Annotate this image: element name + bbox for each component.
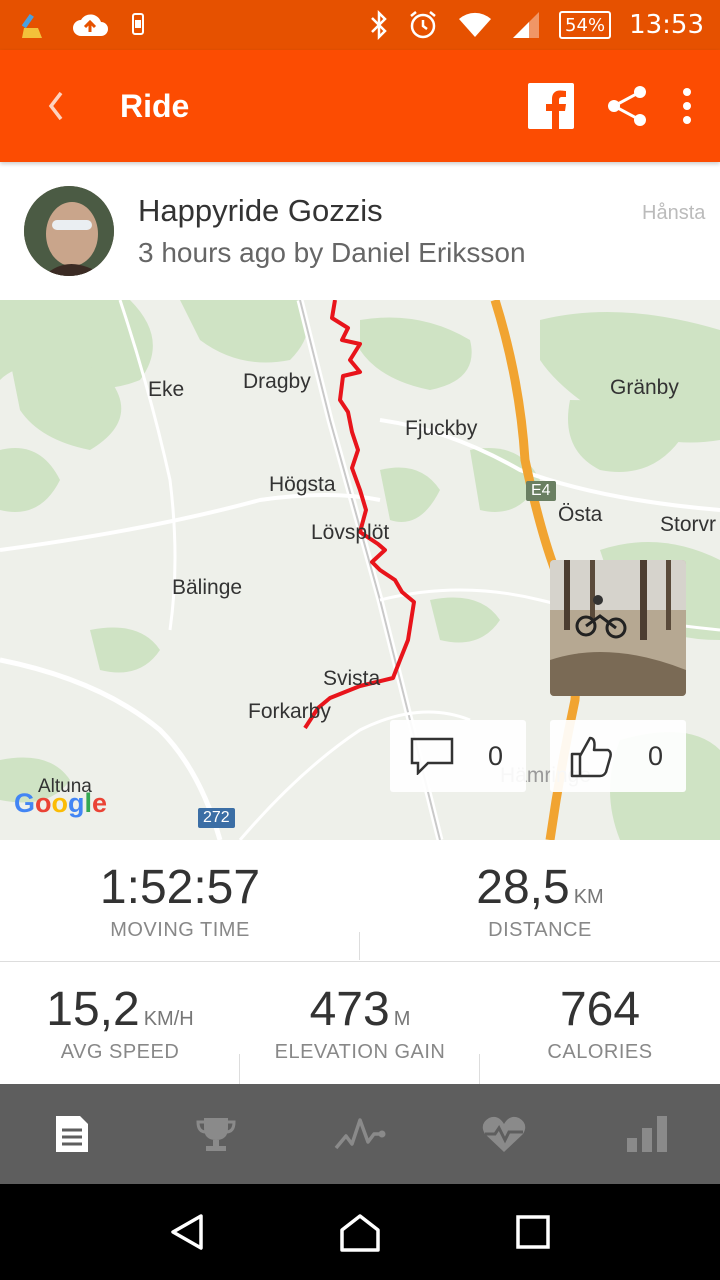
stat-avg-speed: 15,2 KM/H AVG SPEED — [0, 982, 240, 1064]
splits-icon — [627, 1116, 667, 1152]
route-map[interactable]: Eke Dragby Gränby Fjuckby Högsta Östa St… — [0, 300, 720, 840]
stat-value: 764 — [559, 983, 641, 1036]
broom-icon — [20, 10, 50, 40]
app-root: 54% 13:53 Ride Happyride Gozzis 3 hours … — [0, 0, 720, 1280]
phone-icon — [130, 12, 146, 38]
tab-achievements[interactable] — [144, 1084, 288, 1184]
stat-unit: KM — [573, 886, 604, 908]
nav-home-button[interactable] — [320, 1192, 400, 1272]
comment-icon — [410, 737, 454, 775]
analysis-icon — [334, 1118, 386, 1150]
kudos-button[interactable]: 0 — [550, 720, 686, 792]
stat-calories: 764 CALORIES — [480, 982, 720, 1064]
map-place-label: Fjuckby — [405, 417, 478, 440]
bluetooth-icon — [369, 10, 389, 40]
divider — [239, 1054, 240, 1084]
activity-header[interactable]: Happyride Gozzis 3 hours ago by Daniel E… — [0, 162, 720, 300]
map-place-label: Bälinge — [172, 576, 243, 599]
more-icon — [683, 88, 691, 124]
stat-unit: M — [393, 1008, 411, 1030]
map-place-label: Eke — [148, 378, 185, 401]
back-button[interactable] — [28, 78, 84, 134]
comments-count: 0 — [488, 740, 504, 771]
overview-icon — [56, 1116, 88, 1152]
clock: 13:53 — [629, 10, 704, 40]
stat-elevation-gain: 473 M ELEVATION GAIN — [240, 982, 480, 1064]
nav-back-button[interactable] — [147, 1192, 227, 1272]
stat-label: DISTANCE — [488, 919, 592, 941]
stat-value: 473 — [309, 983, 390, 1036]
trophy-icon — [196, 1118, 236, 1151]
heart-rate-icon — [482, 1116, 526, 1152]
map-place-label: Gränby — [610, 376, 679, 399]
thumbs-up-icon — [570, 736, 612, 778]
activity-photo[interactable] — [550, 560, 686, 696]
map-place-label: Lövsplöt — [311, 521, 390, 544]
stats-panel: 1:52:57 MOVING TIME 28,5 KM DISTANCE 15,2… — [0, 840, 720, 1084]
map-place-label: Forkarby — [248, 700, 331, 723]
stat-unit: KM/H — [143, 1008, 194, 1030]
avatar[interactable] — [24, 186, 114, 276]
stat-value: 28,5 — [476, 861, 570, 914]
alarm-icon — [407, 9, 439, 41]
bottom-tab-bar — [0, 1084, 720, 1184]
comments-button[interactable]: 0 — [390, 720, 526, 792]
tab-splits[interactable] — [576, 1084, 720, 1184]
stat-label: CALORIES — [547, 1041, 653, 1063]
map-place-label: Dragby — [243, 370, 311, 393]
tab-overview[interactable] — [0, 1084, 144, 1184]
app-bar: Ride — [0, 50, 720, 162]
stat-moving-time: 1:52:57 MOVING TIME — [0, 860, 360, 942]
divider — [479, 1054, 480, 1084]
stat-value: 1:52:57 — [99, 861, 261, 914]
tab-heart-rate[interactable] — [432, 1084, 576, 1184]
signal-icon — [511, 10, 541, 40]
map-place-label: Östa — [558, 503, 603, 526]
activity-name: Happyride Gozzis — [138, 193, 383, 228]
map-place-label: Högsta — [269, 473, 336, 496]
road-badge-e4: E4 — [526, 481, 556, 501]
stat-value: 15,2 — [46, 983, 140, 1036]
recents-icon — [516, 1215, 551, 1249]
kudos-count: 0 — [648, 740, 664, 771]
home-icon — [340, 1214, 380, 1252]
stat-label: AVG SPEED — [60, 1041, 180, 1063]
stat-distance: 28,5 KM DISTANCE — [360, 860, 720, 942]
nav-recents-button[interactable] — [493, 1192, 573, 1272]
battery-indicator: 54% — [559, 11, 612, 39]
map-place-label: Hånsta — [642, 202, 706, 224]
page-title: Ride — [120, 87, 190, 124]
cloud-upload-icon — [72, 12, 108, 38]
share-icon — [608, 86, 646, 126]
google-logo: Google — [14, 788, 108, 818]
facebook-icon — [528, 83, 574, 129]
share-button[interactable] — [604, 83, 650, 129]
chevron-left-icon — [48, 91, 63, 121]
status-bar: 54% 13:53 — [0, 0, 720, 50]
map-place-label: Storvr — [660, 513, 717, 536]
wifi-icon — [457, 11, 493, 39]
system-nav-bar — [0, 1184, 720, 1280]
tab-analysis[interactable] — [288, 1084, 432, 1184]
map-place-label: Svista — [323, 667, 381, 690]
stat-label: ELEVATION GAIN — [274, 1041, 446, 1063]
activity-meta: 3 hours ago by Daniel Eriksson — [138, 237, 526, 268]
back-icon — [170, 1214, 203, 1250]
divider — [359, 932, 360, 960]
stat-label: MOVING TIME — [110, 919, 250, 941]
facebook-button[interactable] — [528, 83, 574, 129]
divider — [0, 961, 720, 962]
road-badge-272: 272 — [198, 808, 235, 828]
more-button[interactable] — [680, 86, 694, 126]
